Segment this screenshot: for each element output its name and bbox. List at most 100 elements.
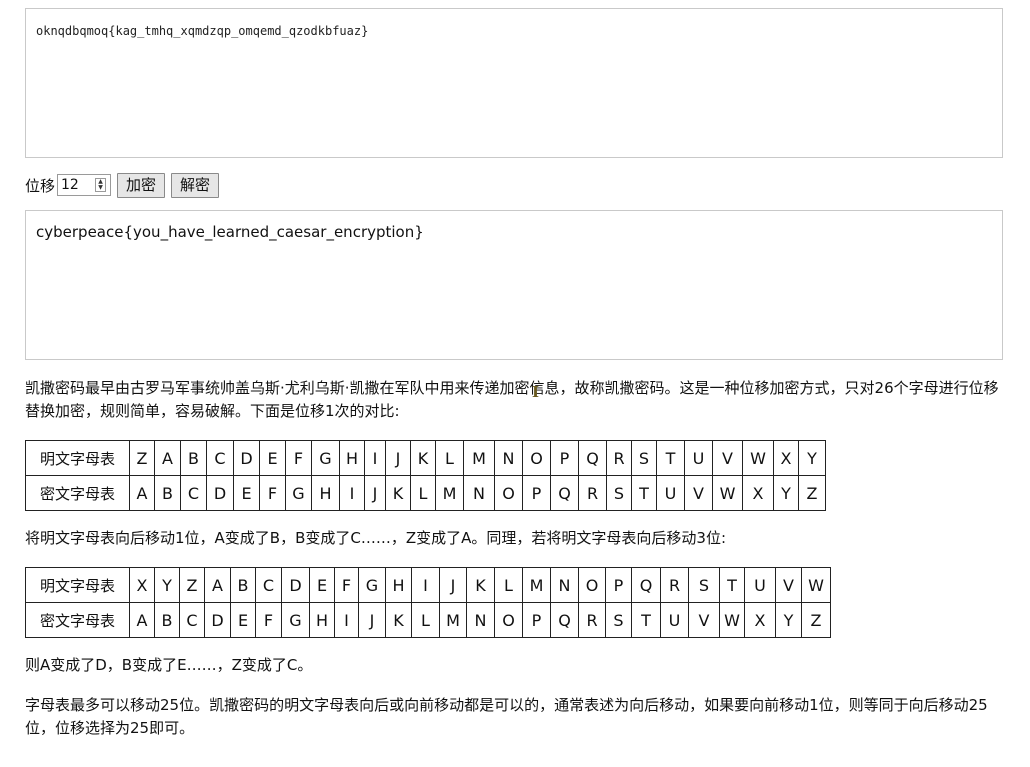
letter-cell: V <box>684 475 713 511</box>
letter-cell: F <box>255 602 282 638</box>
letter-cell: Y <box>775 602 802 638</box>
letter-cell: D <box>233 440 260 476</box>
letter-cell: U <box>744 567 776 603</box>
letter-cell: X <box>129 567 155 603</box>
spinner-arrows[interactable]: ▲ ▼ <box>95 178 107 192</box>
letter-cell: N <box>550 567 579 603</box>
letter-cell: W <box>742 440 774 476</box>
letter-cell: A <box>154 440 181 476</box>
letter-cell: X <box>744 602 776 638</box>
shift-number-input[interactable]: 12 ▲ ▼ <box>57 174 112 196</box>
input-textarea[interactable]: oknqdbqmoq{kag_tmhq_xqmdzqp_omqemd_qzodk… <box>25 8 1003 158</box>
plain-row: 明文字母表 ZABCDEFGHIJKLMNOPQRSTUVWXY <box>25 440 826 476</box>
letter-cell: V <box>712 440 743 476</box>
letter-cell: U <box>660 602 689 638</box>
letter-cell: C <box>206 440 234 476</box>
plain-label: 明文字母表 <box>25 440 130 476</box>
letter-cell: Q <box>631 567 661 603</box>
letter-cell: P <box>522 475 551 511</box>
letter-cell: A <box>129 475 155 511</box>
mid-paragraph: 将明文字母表向后移动1位，A变成了B，B变成了C……，Z变成了A。同理，若将明文… <box>25 529 726 547</box>
letter-cell: Z <box>801 602 831 638</box>
letter-cell: G <box>358 567 386 603</box>
letter-cell: U <box>684 440 713 476</box>
letter-cell: F <box>334 567 359 603</box>
letter-cell: W <box>719 602 745 638</box>
letter-cell: K <box>410 440 436 476</box>
letter-cell: H <box>311 475 340 511</box>
letter-cell: I <box>339 475 365 511</box>
letter-cell: R <box>578 475 607 511</box>
letter-cell: C <box>180 475 207 511</box>
letter-cell: L <box>435 440 464 476</box>
result-paragraph: 则A变成了D，B变成了E……，Z变成了C。 <box>25 656 313 674</box>
plain-row: 明文字母表 XYZABCDEFGHIJKLMNOPQRSTUVW <box>25 567 831 603</box>
letter-cell: R <box>606 440 632 476</box>
letter-cell: S <box>606 475 632 511</box>
letter-cell: Q <box>550 475 579 511</box>
cipher-row: 密文字母表 ABCDEFGHIJKLMNOPQRSTUVWXYZ <box>25 602 831 638</box>
spin-down-icon[interactable]: ▼ <box>96 185 105 191</box>
cipher-controls: 位移 12 ▲ ▼ 加密 解密 <box>25 172 220 198</box>
letter-cell: U <box>656 475 685 511</box>
letter-cell: M <box>435 475 464 511</box>
letter-cell: D <box>281 567 310 603</box>
decrypt-button[interactable]: 解密 <box>171 172 220 198</box>
letter-cell: Q <box>578 440 607 476</box>
letter-cell: G <box>281 602 310 638</box>
letter-cell: B <box>230 567 256 603</box>
letter-cell: T <box>719 567 745 603</box>
letter-cell: K <box>466 567 495 603</box>
letter-cell: H <box>339 440 365 476</box>
letter-cell: C <box>255 567 282 603</box>
letter-cell: Y <box>154 567 180 603</box>
letter-cell: T <box>631 475 657 511</box>
letter-cell: J <box>439 567 467 603</box>
letter-cell: E <box>309 567 335 603</box>
intro-paragraph: 凯撒密码最早由古罗马军事统帅盖乌斯·尤利乌斯·凯撒在军队中用来传递加密信息，故称… <box>25 379 999 420</box>
letter-cell: N <box>494 440 523 476</box>
letter-cell: S <box>605 602 632 638</box>
letter-cell: F <box>285 440 312 476</box>
letter-cell: L <box>494 567 523 603</box>
footer-paragraph: 字母表最多可以移动25位。凯撒密码的明文字母表向后或向前移动都是可以的，通常表述… <box>25 696 988 737</box>
shift-label: 位移 <box>25 176 56 195</box>
plain-label: 明文字母表 <box>25 567 130 603</box>
letter-cell: M <box>463 440 495 476</box>
letter-cell: B <box>154 475 181 511</box>
letter-cell: H <box>385 567 412 603</box>
letter-cell: R <box>660 567 689 603</box>
shift-1-table: 明文字母表 ZABCDEFGHIJKLMNOPQRSTUVWXY 密文字母表 A… <box>25 440 826 511</box>
letter-cell: O <box>494 602 523 638</box>
letter-cell: X <box>742 475 774 511</box>
letter-cell: I <box>411 567 440 603</box>
letter-cell: Y <box>798 440 826 476</box>
letter-cell: D <box>206 475 234 511</box>
letter-cell: Q <box>550 602 579 638</box>
letter-cell: M <box>439 602 467 638</box>
letter-cell: I <box>334 602 359 638</box>
encrypt-button[interactable]: 加密 <box>117 172 166 198</box>
letter-cell: K <box>385 475 411 511</box>
letter-cell: T <box>631 602 661 638</box>
letter-cell: C <box>179 602 205 638</box>
letter-cell: J <box>358 602 386 638</box>
letter-cell: S <box>688 567 720 603</box>
cipher-label: 密文字母表 <box>25 602 130 638</box>
letter-cell: O <box>494 475 523 511</box>
letter-cell: Z <box>129 440 155 476</box>
letter-cell: A <box>204 567 231 603</box>
letter-cell: T <box>656 440 685 476</box>
letter-cell: E <box>259 440 286 476</box>
shift-value: 12 <box>61 177 79 193</box>
letter-cell: N <box>463 475 495 511</box>
letter-cell: I <box>364 440 386 476</box>
letter-cell: W <box>801 567 831 603</box>
output-textarea[interactable]: cyberpeace{you_have_learned_caesar_encry… <box>25 210 1003 360</box>
letter-cell: Z <box>179 567 205 603</box>
letter-cell: P <box>550 440 579 476</box>
letter-cell: E <box>230 602 256 638</box>
letter-cell: S <box>631 440 657 476</box>
letter-cell: Y <box>773 475 799 511</box>
letter-cell: J <box>364 475 386 511</box>
